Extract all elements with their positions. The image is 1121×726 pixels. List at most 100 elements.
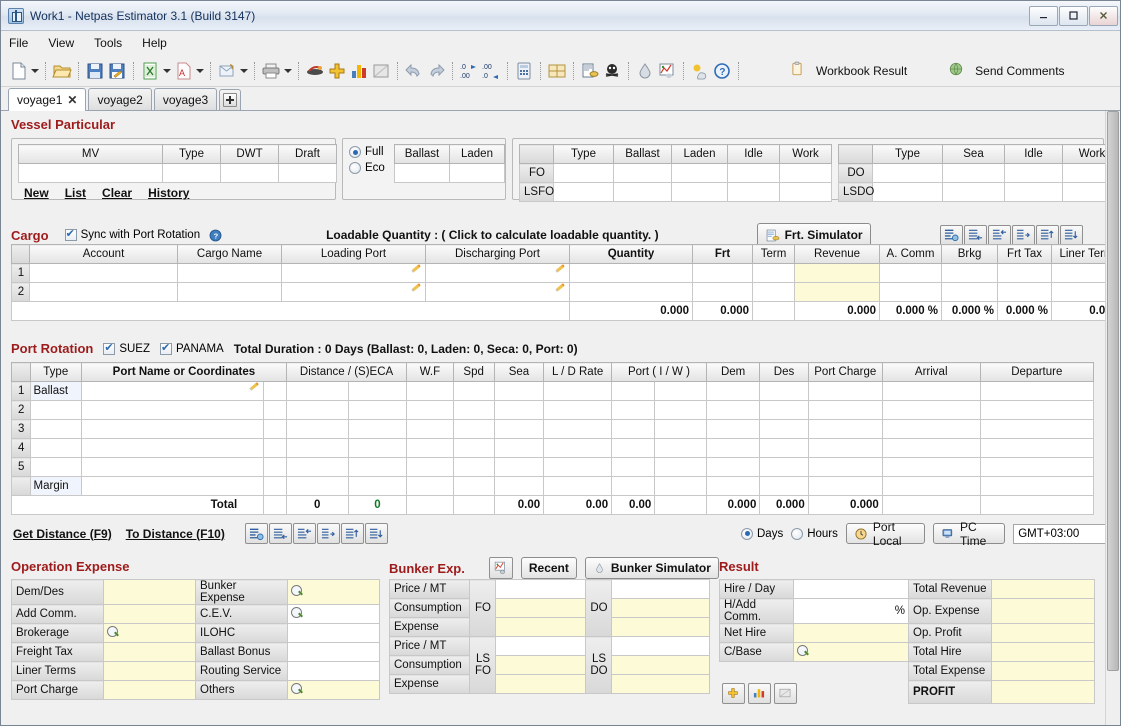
pr-row-1-c3[interactable] [263, 381, 287, 401]
pr-row-margin-dem[interactable] [705, 476, 761, 496]
pr-row-margin-port-name[interactable] [80, 476, 265, 496]
pr-row-3-departure[interactable] [979, 419, 1095, 439]
help-icon[interactable]: ? [711, 60, 733, 82]
move-down-icon[interactable] [364, 523, 388, 544]
pr-row-5-sea[interactable] [493, 457, 545, 477]
undo-icon[interactable] [403, 60, 425, 82]
print-icon[interactable] [260, 60, 282, 82]
pr-row-5-wf[interactable] [406, 457, 454, 477]
add-icon[interactable] [721, 682, 745, 704]
do-type-input[interactable] [872, 163, 943, 183]
pr-row-4-port-name[interactable] [80, 438, 265, 458]
cargo-row-1-discharging-port[interactable] [425, 263, 570, 283]
pr-row-4-dem[interactable] [705, 438, 761, 458]
pr-row-1-port-w[interactable] [654, 381, 707, 401]
loadable-quantity-label[interactable]: Loadable Quantity : ( Click to calculate… [326, 228, 659, 242]
weather-icon[interactable] [689, 60, 711, 82]
shift-left-icon[interactable] [988, 224, 1011, 246]
print-dropdown[interactable] [282, 61, 293, 81]
lsdo-type-input[interactable] [872, 182, 943, 202]
pr-row-3-port-w[interactable] [654, 419, 707, 439]
pr-row-2-sea[interactable] [493, 400, 545, 420]
pr-row-2-distance[interactable] [285, 400, 349, 420]
pr-row-5-distance[interactable] [285, 457, 349, 477]
bunker-value-lsfo-price[interactable] [495, 636, 586, 656]
pr-row-4-port-charge[interactable] [807, 438, 883, 458]
pr-row-5-dem[interactable] [705, 457, 761, 477]
new-link[interactable]: New [24, 186, 49, 200]
bunker-value-fo-expense[interactable] [495, 617, 586, 637]
dwt-input[interactable] [220, 163, 279, 183]
pr-row-2-wf[interactable] [406, 400, 454, 420]
pr-row-1-wf[interactable] [406, 381, 454, 401]
pr-row-2-spd[interactable] [452, 400, 495, 420]
cargo-row-2-quantity[interactable] [568, 282, 694, 302]
pr-row-4-departure[interactable] [979, 438, 1095, 458]
pr-row-2-type[interactable] [29, 400, 82, 420]
sync-port-rotation-checkbox[interactable]: Sync with Port Rotation [64, 227, 200, 241]
cargo-row-2-account[interactable] [29, 282, 178, 302]
suez-checkbox[interactable]: SUEZ [103, 341, 150, 355]
result-value-c-base[interactable] [793, 642, 909, 662]
clear-link[interactable]: Clear [102, 186, 132, 200]
menu-view[interactable]: View [48, 36, 74, 50]
cargo-row-1-cargo-name[interactable] [177, 263, 282, 283]
bunker-value-fo-price[interactable] [495, 579, 586, 599]
opex-value-dem-des[interactable] [103, 579, 196, 605]
tab-close-icon[interactable]: ✕ [67, 93, 77, 107]
move-down-icon[interactable] [1060, 224, 1083, 246]
fo-work-input[interactable] [779, 163, 832, 183]
weather-chart-icon[interactable] [656, 60, 678, 82]
pr-row-margin-wf[interactable] [406, 476, 454, 496]
shift-right-icon[interactable] [316, 523, 340, 544]
magnifier-icon[interactable] [107, 626, 120, 639]
shift-right-icon[interactable] [1012, 224, 1035, 246]
pr-row-1-type[interactable]: Ballast [29, 381, 82, 401]
minimize-button[interactable] [1029, 5, 1058, 26]
pr-row-3-port-charge[interactable] [807, 419, 883, 439]
bunker-value-fo-consumption[interactable] [495, 598, 586, 618]
magnifier-icon[interactable] [291, 683, 304, 696]
opex-value-routing-service[interactable] [287, 661, 380, 681]
tab-voyage3[interactable]: voyage3 [153, 88, 218, 110]
export-excel-dropdown[interactable] [161, 61, 172, 81]
close-button[interactable] [1089, 5, 1118, 26]
timezone-select[interactable]: GMT+03:00 [1013, 523, 1120, 544]
pr-row-margin-port-charge[interactable] [807, 476, 883, 496]
minimize-grid-icon[interactable] [370, 60, 392, 82]
pr-row-5-ld-rate[interactable] [543, 457, 613, 477]
pr-row-2-port-w[interactable] [654, 400, 707, 420]
menu-file[interactable]: File [9, 36, 28, 50]
lsfo-idle-input[interactable] [727, 182, 780, 202]
cargo-row-2-a-comm[interactable] [879, 282, 943, 302]
pr-row-3-distance[interactable] [285, 419, 349, 439]
pr-row-2-port-charge[interactable] [807, 400, 883, 420]
move-up-icon[interactable] [340, 523, 364, 544]
add-tab-button[interactable] [219, 89, 242, 110]
email-attachment-icon[interactable] [216, 60, 238, 82]
pr-row-3-dem[interactable] [705, 419, 761, 439]
pr-row-3-seca[interactable] [347, 419, 408, 439]
magnifier-icon[interactable] [291, 607, 304, 620]
pencil-icon[interactable] [247, 383, 260, 396]
cargo-row-1-a-comm[interactable] [879, 263, 943, 283]
pr-row-5-port-charge[interactable] [807, 457, 883, 477]
pr-row-5-port-w[interactable] [654, 457, 707, 477]
radio-days[interactable]: Days [741, 527, 783, 540]
cargo-row-2-revenue[interactable] [794, 282, 881, 302]
pr-row-1-dem[interactable] [705, 381, 761, 401]
menu-help[interactable]: Help [142, 36, 167, 50]
pr-row-3-wf[interactable] [406, 419, 454, 439]
move-up-icon[interactable] [1036, 224, 1059, 246]
laden-speed-input[interactable] [449, 163, 505, 183]
bunker-value-do-price[interactable] [611, 579, 710, 599]
pr-row-2-seca[interactable] [347, 400, 408, 420]
pencil-icon[interactable] [409, 265, 422, 278]
open-folder-icon[interactable] [51, 60, 73, 82]
opex-value-brokerage[interactable] [103, 623, 196, 643]
cargo-row-2-term[interactable] [752, 282, 796, 302]
pr-row-4-port-i[interactable] [611, 438, 656, 458]
opex-value-port-charge[interactable] [103, 680, 196, 700]
pr-row-5-c3[interactable] [263, 457, 287, 477]
to-distance-link[interactable]: To Distance (F10) [126, 527, 225, 541]
